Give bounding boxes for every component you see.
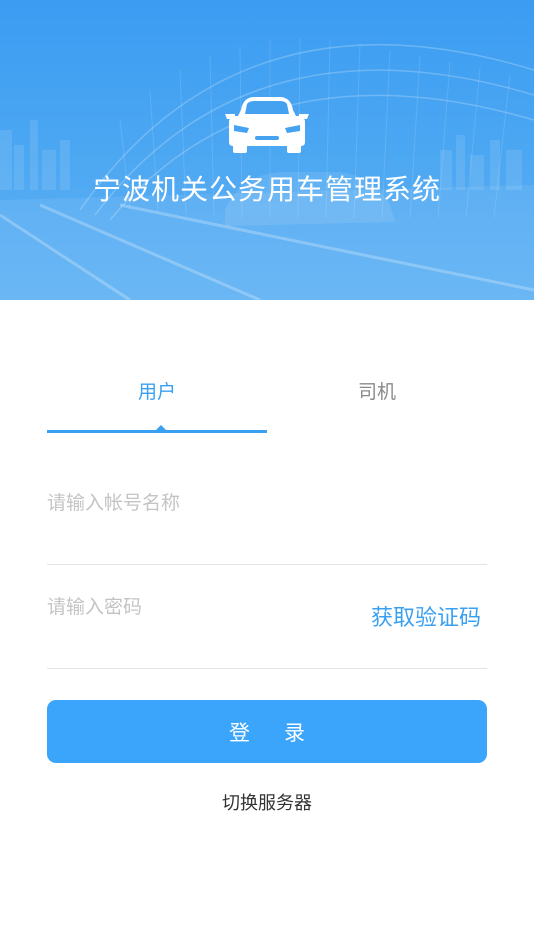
password-input[interactable] (47, 592, 327, 622)
login-type-tabs: 用户 司机 (47, 360, 487, 434)
login-screen: 宁波机关公务用车管理系统 用户 司机 获取验证码 登录 切换服务器 (0, 0, 534, 950)
password-field: 获取验证码 (47, 584, 487, 669)
switch-server-link[interactable]: 切换服务器 (0, 789, 534, 815)
account-input[interactable] (47, 488, 347, 518)
tab-user[interactable]: 用户 (47, 360, 267, 420)
account-field (47, 480, 487, 565)
get-verification-code-button[interactable]: 获取验证码 (371, 600, 481, 632)
tab-driver[interactable]: 司机 (267, 360, 487, 420)
car-icon (225, 97, 309, 153)
app-title: 宁波机关公务用车管理系统 (92, 173, 441, 206)
header-banner: 宁波机关公务用车管理系统 (0, 0, 534, 300)
login-button[interactable]: 登录 (47, 700, 487, 763)
active-tab-caret (155, 425, 167, 431)
